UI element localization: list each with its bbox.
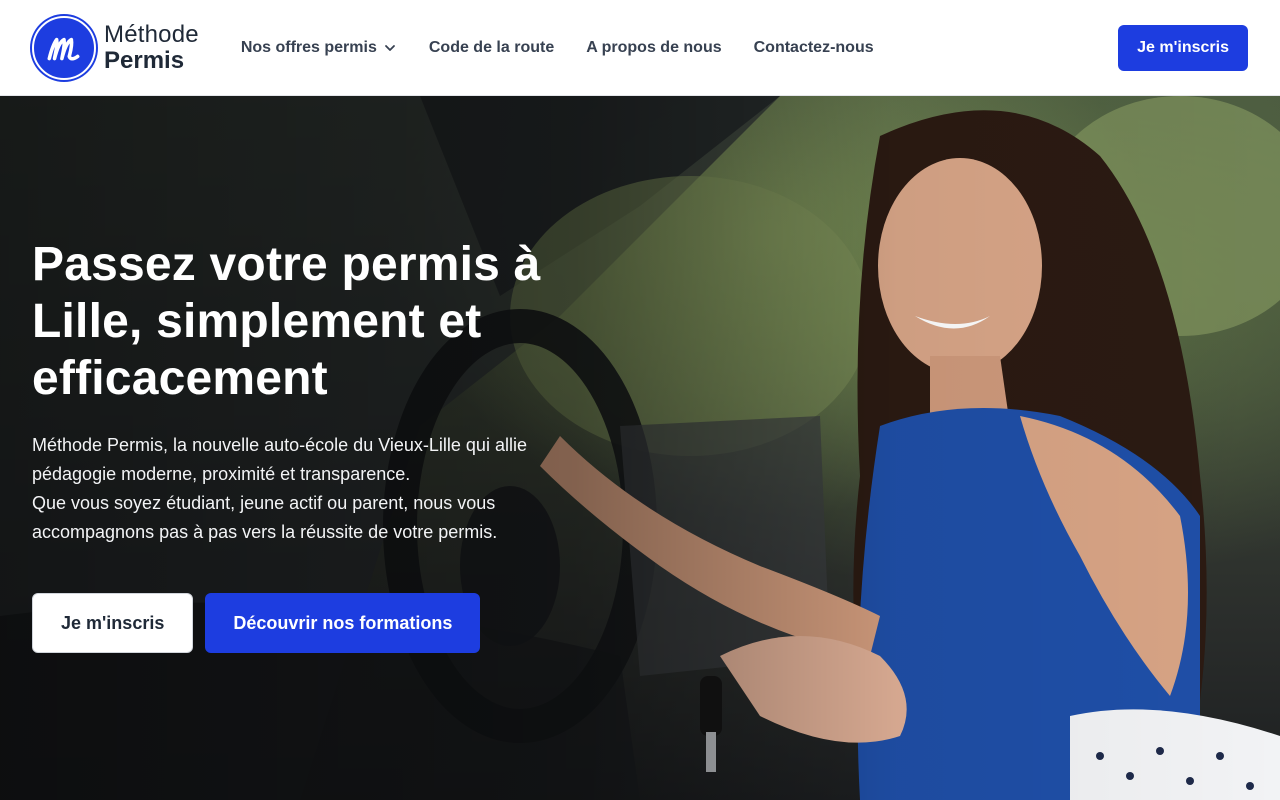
header-signup-button[interactable]: Je m'inscris bbox=[1118, 24, 1248, 71]
nav-item-offres[interactable]: Nos offres permis bbox=[241, 39, 397, 57]
nav-item-label: Nos offres permis bbox=[240, 38, 377, 56]
brand-name-line2: Permis bbox=[104, 46, 185, 74]
m-letter-logo-icon bbox=[32, 15, 96, 80]
nav-item-code[interactable]: Code de la route bbox=[429, 39, 554, 57]
hero-description-line1: Méthode Permis, la nouvelle auto-école d… bbox=[32, 435, 527, 484]
main-nav: Nos offres permis Code de la route A pro… bbox=[241, 39, 874, 57]
hero-buttons: Je m'inscris Découvrir nos formations bbox=[32, 593, 612, 653]
hero-content: Passez votre permis à Lille, simplement … bbox=[32, 236, 612, 653]
nav-item-label: Contactez-nous bbox=[753, 38, 874, 56]
nav-item-label: Code de la route bbox=[428, 38, 555, 56]
nav-item-about[interactable]: A propos de nous bbox=[586, 39, 721, 57]
hero-signup-button[interactable]: Je m'inscris bbox=[32, 593, 194, 653]
brand-name-line1: Méthode bbox=[104, 20, 199, 48]
brand-name: Méthode Permis bbox=[104, 20, 199, 74]
discover-formations-button[interactable]: Découvrir nos formations bbox=[205, 593, 481, 653]
hero-section: Passez votre permis à Lille, simplement … bbox=[0, 96, 1280, 800]
nav-item-label: A propos de nous bbox=[586, 38, 722, 56]
site-header: Méthode Permis Nos offres permis Code de… bbox=[0, 0, 1280, 96]
brand-logo-link[interactable]: Méthode Permis bbox=[32, 15, 199, 80]
nav-item-contact[interactable]: Contactez-nous bbox=[754, 39, 874, 57]
hero-title: Passez votre permis à Lille, simplement … bbox=[32, 238, 541, 405]
chevron-down-icon bbox=[384, 44, 395, 51]
hero-description: Méthode Permis, la nouvelle auto-école d… bbox=[32, 431, 592, 547]
hero-description-line2: Que vous soyez étudiant, jeune actif ou … bbox=[32, 493, 498, 542]
